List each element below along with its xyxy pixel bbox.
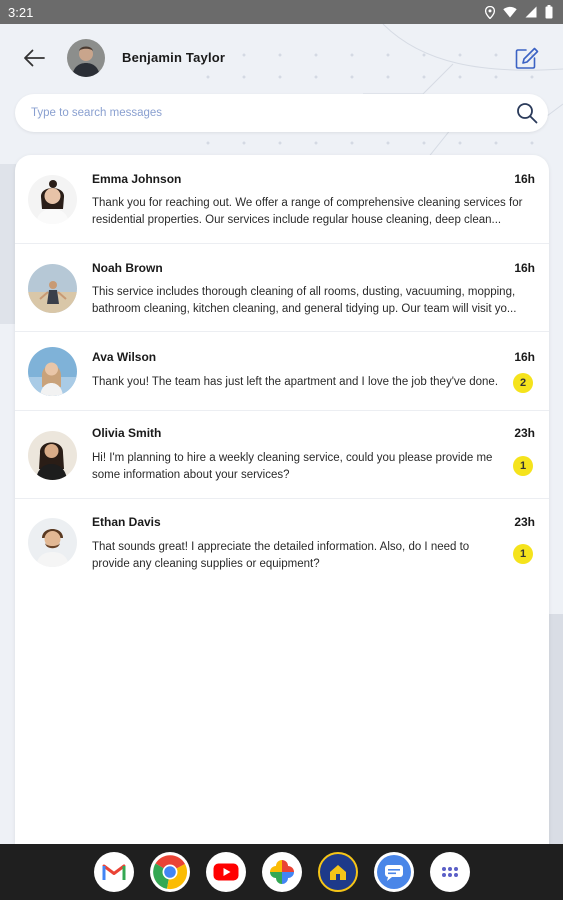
- message-time: 23h: [514, 426, 535, 440]
- battery-icon: [545, 5, 553, 19]
- app-header: Benjamin Taylor: [0, 24, 563, 90]
- avatar: [28, 264, 77, 313]
- contact-name: Olivia Smith: [92, 426, 162, 440]
- avatar-photo: [28, 264, 77, 313]
- chrome-app[interactable]: [150, 852, 190, 892]
- chrome-icon: [153, 855, 188, 890]
- status-bar: 3:21: [0, 0, 563, 24]
- contact-name: Ava Wilson: [92, 350, 157, 364]
- home-app[interactable]: [318, 852, 358, 892]
- back-button[interactable]: [18, 44, 50, 72]
- background-band-right: [547, 614, 563, 844]
- message-preview: Thank you for reaching out. We offer a r…: [92, 197, 523, 226]
- search-bar: [15, 94, 548, 132]
- youtube-icon: [213, 863, 239, 881]
- youtube-app[interactable]: [206, 852, 246, 892]
- app-drawer-icon: [442, 867, 458, 877]
- conversation-item[interactable]: Emma Johnson 16h Thank you for reaching …: [15, 155, 549, 244]
- unread-badge: 1: [513, 544, 533, 564]
- avatar: [28, 518, 77, 567]
- location-icon: [485, 5, 495, 19]
- status-icons: [485, 5, 553, 19]
- search-input[interactable]: [31, 94, 491, 132]
- message-preview: Hi! I'm planning to hire a weekly cleani…: [92, 452, 493, 481]
- message-preview: That sounds great! I appreciate the deta…: [92, 541, 470, 570]
- avatar-photo: [28, 175, 77, 224]
- conversation-item[interactable]: Ava Wilson 16h Thank you! The team has j…: [15, 332, 549, 411]
- conversation-item[interactable]: Ethan Davis 23h That sounds great! I app…: [15, 499, 549, 588]
- home-app-icon: [330, 865, 346, 880]
- photos-icon: [270, 860, 294, 884]
- avatar: [28, 431, 77, 480]
- gmail-app[interactable]: [94, 852, 134, 892]
- avatar-photo: [67, 39, 105, 77]
- contact-name: Ethan Davis: [92, 515, 161, 529]
- message-preview: This service includes thorough cleaning …: [92, 286, 517, 315]
- messages-icon: [377, 855, 411, 889]
- avatar-photo: [28, 518, 77, 567]
- conversation-item[interactable]: Noah Brown 16h This service includes tho…: [15, 244, 549, 332]
- background-band-left: [0, 164, 16, 324]
- messages-app[interactable]: [374, 852, 414, 892]
- user-avatar[interactable]: [67, 39, 105, 77]
- contact-name: Emma Johnson: [92, 172, 182, 186]
- avatar: [28, 347, 77, 396]
- message-time: 16h: [514, 350, 535, 364]
- compose-button[interactable]: [512, 44, 542, 72]
- status-time: 3:21: [8, 4, 34, 20]
- edit-icon: [515, 47, 539, 69]
- message-time: 23h: [514, 515, 535, 529]
- unread-badge: 2: [513, 373, 533, 393]
- conversation-item[interactable]: Olivia Smith 23h Hi! I'm planning to hir…: [15, 411, 549, 499]
- user-name: Benjamin Taylor: [122, 50, 226, 65]
- signal-icon: [525, 6, 537, 18]
- search-icon: [517, 103, 538, 124]
- wifi-icon: [503, 6, 517, 18]
- avatar-photo: [28, 347, 77, 396]
- message-preview: Thank you! The team has just left the ap…: [92, 376, 499, 388]
- gmail-icon: [102, 864, 126, 880]
- unread-badge: 1: [513, 456, 533, 476]
- search-button[interactable]: [514, 100, 540, 126]
- arrow-left-icon: [24, 49, 45, 67]
- message-time: 16h: [514, 172, 535, 186]
- avatar-photo: [28, 431, 77, 480]
- conversation-list: Emma Johnson 16h Thank you for reaching …: [15, 155, 549, 845]
- photos-app[interactable]: [262, 852, 302, 892]
- app-drawer-button[interactable]: [430, 852, 470, 892]
- message-time: 16h: [514, 261, 535, 275]
- avatar: [28, 175, 77, 224]
- contact-name: Noah Brown: [92, 261, 163, 275]
- app-dock: [0, 844, 563, 900]
